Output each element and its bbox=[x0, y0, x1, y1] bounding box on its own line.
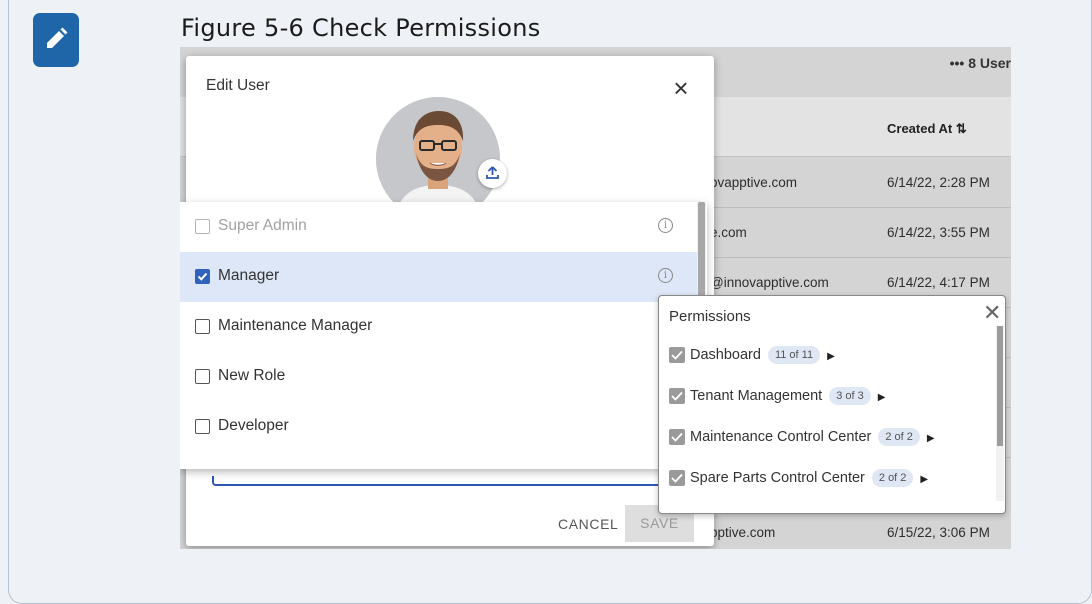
upload-button[interactable] bbox=[478, 159, 507, 188]
role-checkbox[interactable] bbox=[195, 369, 210, 384]
row-email: pptive.com bbox=[710, 525, 776, 540]
permission-label: Maintenance Control Center 2 of 2 ▶ bbox=[690, 428, 935, 446]
screenshot: ••• 8 User Created At ⇅ ovapptive.com 6/… bbox=[180, 47, 1011, 549]
permissions-popover: Permissions ✕ Dashboard 11 of 11 ▶ Tenant … bbox=[658, 295, 1006, 514]
permission-count: 11 of 11 bbox=[767, 346, 821, 364]
role-option-super-admin[interactable]: Super Admin i bbox=[180, 202, 697, 252]
permission-count: 3 of 3 bbox=[829, 387, 871, 405]
expand-arrow-icon[interactable]: ▶ bbox=[927, 433, 935, 444]
cancel-button[interactable]: CANCEL bbox=[558, 516, 618, 532]
info-icon[interactable]: i bbox=[658, 218, 673, 233]
permissions-scrollbar[interactable] bbox=[996, 326, 1004, 501]
role-option-developer[interactable]: Developer bbox=[180, 402, 697, 452]
expand-arrow-icon[interactable]: ▶ bbox=[878, 392, 886, 403]
checkmark-icon bbox=[671, 350, 683, 360]
row-email: e.com bbox=[710, 225, 747, 240]
close-icon[interactable]: × bbox=[670, 75, 692, 101]
row-created: 6/14/22, 4:17 PM bbox=[887, 275, 990, 290]
permission-item-spare-parts-control-center[interactable]: Spare Parts Control Center 2 of 2 ▶ bbox=[669, 469, 989, 499]
permission-checkbox bbox=[669, 470, 685, 486]
created-at-header[interactable]: Created At ⇅ bbox=[887, 121, 967, 137]
roles-dropdown: Super Admin i Manager i Maintenance Mana… bbox=[180, 202, 707, 469]
permission-item-maintenance-control-center[interactable]: Maintenance Control Center 2 of 2 ▶ bbox=[669, 428, 989, 458]
permission-label: Dashboard 11 of 11 ▶ bbox=[690, 346, 835, 364]
checkmark-icon bbox=[671, 391, 683, 401]
permission-item-tenant-management[interactable]: Tenant Management 3 of 3 ▶ bbox=[669, 387, 989, 417]
figure-title: Figure 5-6 Check Permissions bbox=[181, 14, 541, 42]
checkmark-icon bbox=[671, 432, 683, 442]
permission-label: Tenant Management 3 of 3 ▶ bbox=[690, 387, 886, 405]
row-email: @innovapptive.com bbox=[710, 275, 829, 290]
info-icon[interactable]: i bbox=[658, 268, 673, 283]
roles-select-field[interactable] bbox=[212, 476, 658, 486]
role-checkbox[interactable] bbox=[195, 219, 210, 234]
role-option-manager[interactable]: Manager i bbox=[180, 252, 697, 302]
role-option-maintenance-manager[interactable]: Maintenance Manager bbox=[180, 302, 697, 352]
pencil-icon bbox=[47, 27, 68, 48]
row-created: 6/15/22, 3:06 PM bbox=[887, 525, 990, 540]
permission-item-dashboard[interactable]: Dashboard 11 of 11 ▶ bbox=[669, 346, 989, 376]
role-label: Super Admin bbox=[218, 217, 307, 234]
role-checkbox[interactable] bbox=[195, 269, 210, 284]
upload-icon bbox=[486, 166, 499, 179]
role-label: New Role bbox=[218, 367, 286, 384]
users-count-label[interactable]: ••• 8 User bbox=[950, 55, 1011, 71]
role-checkbox[interactable] bbox=[195, 419, 210, 434]
note-badge bbox=[33, 13, 79, 67]
note-box: Figure 5-6 Check Permissions ••• 8 User … bbox=[8, 0, 1092, 604]
dialog-title: Edit User bbox=[206, 77, 270, 94]
role-label: Manager bbox=[218, 267, 280, 284]
role-checkbox[interactable] bbox=[195, 319, 210, 334]
role-label: Developer bbox=[218, 417, 289, 434]
expand-arrow-icon[interactable]: ▶ bbox=[920, 474, 928, 485]
expand-arrow-icon[interactable]: ▶ bbox=[827, 351, 835, 362]
role-option-new-role[interactable]: New Role bbox=[180, 352, 697, 402]
checkmark-icon bbox=[671, 473, 683, 483]
permission-checkbox bbox=[669, 347, 685, 363]
checkmark-icon bbox=[197, 272, 208, 281]
permission-checkbox bbox=[669, 429, 685, 445]
permission-checkbox bbox=[669, 388, 685, 404]
close-icon[interactable]: ✕ bbox=[983, 302, 1001, 324]
row-created: 6/14/22, 3:55 PM bbox=[887, 225, 990, 240]
permission-count: 2 of 2 bbox=[871, 469, 914, 487]
permission-count: 2 of 2 bbox=[878, 428, 920, 446]
row-created: 6/14/22, 2:28 PM bbox=[887, 175, 990, 190]
role-label: Maintenance Manager bbox=[218, 317, 373, 334]
permissions-title: Permissions bbox=[669, 308, 751, 325]
row-email: ovapptive.com bbox=[710, 175, 798, 190]
permission-label: Spare Parts Control Center 2 of 2 ▶ bbox=[690, 469, 929, 487]
permissions-scroll-thumb[interactable] bbox=[997, 326, 1003, 446]
